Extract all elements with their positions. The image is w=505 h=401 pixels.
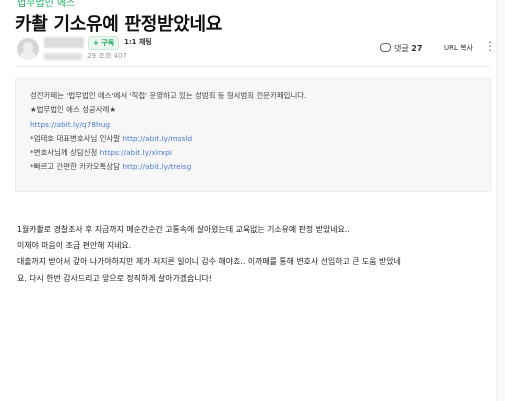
consult-label: *변호사님께 상담신청 — [30, 148, 98, 158]
greeting-link[interactable]: http://abit.ly/mssld — [122, 134, 192, 143]
comments-label: 댓글 — [394, 44, 409, 53]
consult-link[interactable]: https://abit.ly/xlrxpi — [100, 148, 172, 157]
date-blurred — [44, 52, 82, 60]
chat-button[interactable]: 1:1 채팅 — [122, 36, 154, 48]
body-paragraph: 요. 다시 한번 감사드리고 앞으로 정직하게 살아가겠습니다! — [17, 273, 212, 283]
post-meta: .29 조회 407 — [44, 51, 127, 61]
kakao-link[interactable]: http://abit.ly/treisg — [122, 162, 191, 171]
notice-box: 성전카페는 '법무법인 에스'에서 '직접' 운영하고 있는 성범죄 등 형사범… — [15, 78, 491, 192]
greeting-label: *엄태호 대표변호사님 인사말 — [30, 133, 120, 143]
comment-icon — [380, 43, 391, 52]
body-paragraph: 이제야 마음이 조금 편안해 지네요. — [17, 241, 132, 251]
post-body: 1월카촬로 경찰조사 후 지금까지 메순간순간 고통속에 살아왔는데 교육없는 … — [17, 222, 401, 287]
notice-intro: 성전카페는 '법무법인 에스'에서 '직접' 운영하고 있는 성범죄 등 형사범… — [30, 91, 307, 100]
views-count: 407 — [113, 52, 127, 60]
comments-count: 27 — [411, 44, 423, 53]
post-title: 카촬 기소유예 판정받았네요 — [15, 14, 223, 35]
url-copy-button[interactable]: URL 복사 — [444, 43, 473, 53]
post-date: .29 — [85, 52, 97, 60]
views-label: 조회 — [98, 52, 112, 60]
more-options-icon[interactable]: ⋮ — [484, 39, 496, 53]
follow-button[interactable]: + 구독 — [88, 36, 120, 50]
notice-success-heading: ★법무법인 에스 성공사례★ — [30, 105, 116, 115]
comments-button[interactable]: 댓글 27 — [380, 43, 422, 54]
body-paragraph: 1월카촬로 경찰조사 후 지금까지 메순간순간 고통속에 살아왔는데 교육없는 … — [17, 225, 350, 234]
body-paragraph: 대출까지 받아서 갚아 나가야하지만 제가 저지른 일이니 감수 해야죠.. 이… — [17, 257, 401, 267]
board-link[interactable]: 법무법인 에스 — [17, 0, 75, 9]
scrollbar[interactable] — [496, 0, 505, 401]
avatar[interactable] — [17, 38, 39, 60]
kakao-label: *빠르고 간편한 카카오톡상담 — [30, 162, 120, 172]
author-name-blurred[interactable] — [44, 37, 84, 48]
header-divider — [15, 66, 491, 67]
success-link[interactable]: https://abit.ly/q78hug — [30, 120, 110, 129]
